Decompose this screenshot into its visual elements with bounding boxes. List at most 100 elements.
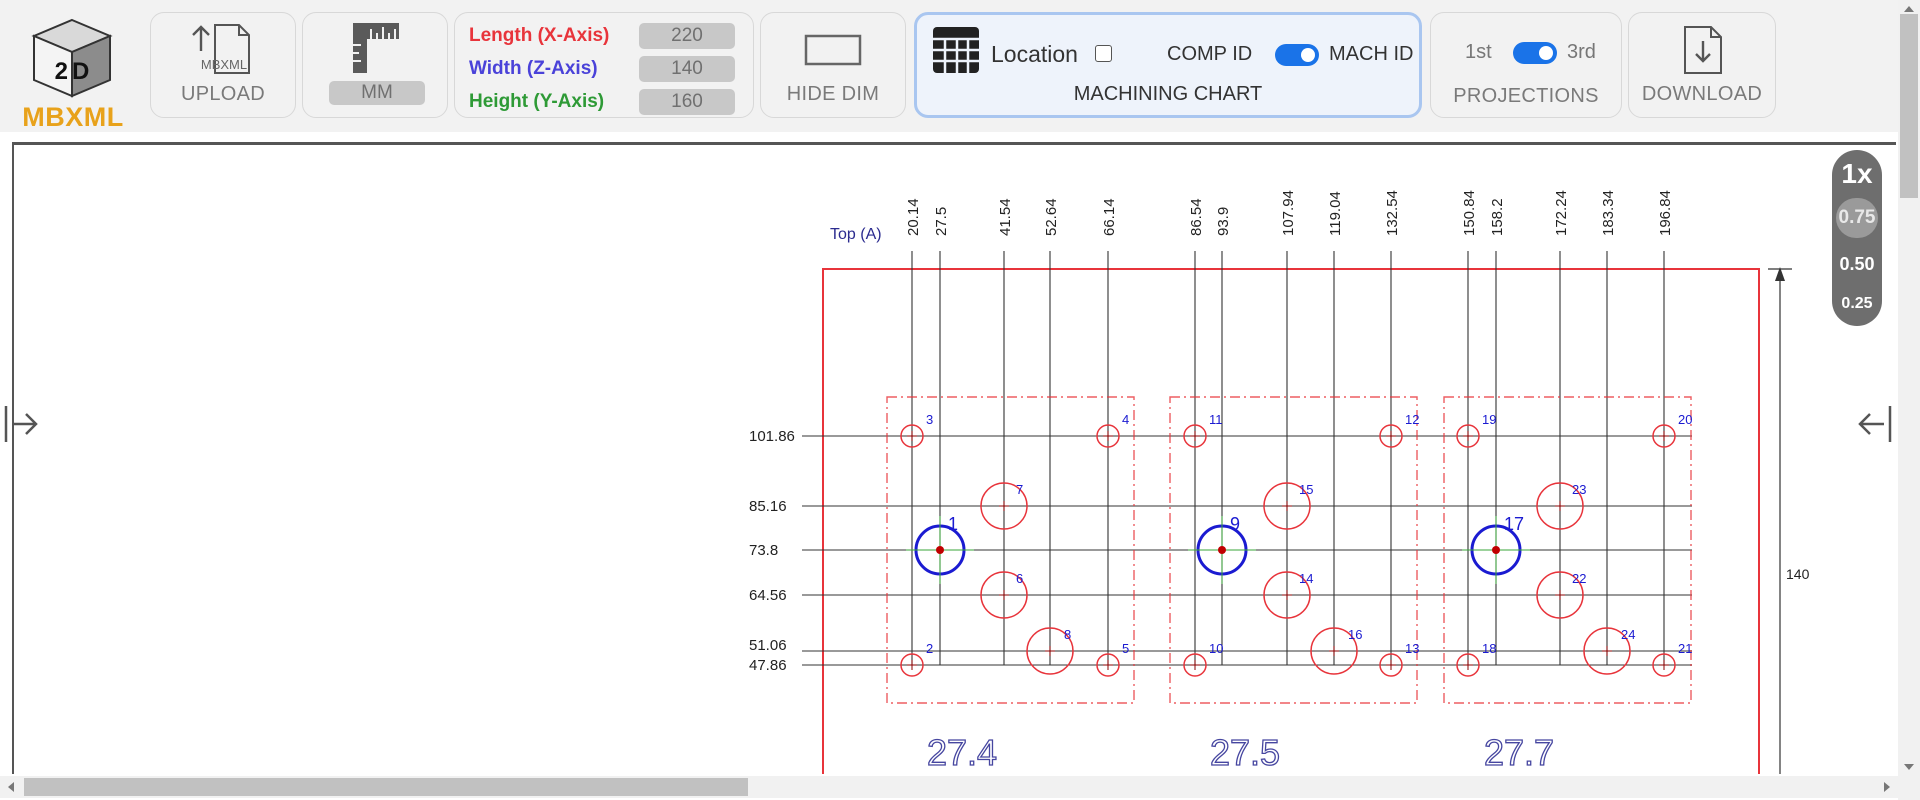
height-row: Height (Y-Axis)	[469, 89, 604, 115]
units-value: MM	[329, 81, 425, 105]
overall-dimension-label: 140	[1786, 566, 1810, 582]
x-dimension-label: 119.04	[1327, 191, 1344, 236]
comp-mach-id-toggle[interactable]	[1275, 44, 1319, 66]
table-grid-icon	[933, 27, 979, 73]
x-dimension-label: 132.54	[1384, 190, 1401, 236]
hole-id-label: 4	[1122, 412, 1129, 427]
expand-left-panel-icon[interactable]	[4, 404, 38, 444]
projection-toggle[interactable]	[1513, 42, 1557, 64]
download-file-icon	[1684, 26, 1722, 74]
projections-panel[interactable]: 1st 3rd PROJECTIONS	[1430, 12, 1622, 118]
x-dimension-label: 158.2	[1489, 198, 1506, 236]
projection-first-label: 1st	[1465, 41, 1492, 63]
hole-id-label: 20	[1678, 412, 1692, 427]
hole-id-label: 24	[1621, 627, 1635, 642]
part-label: 27.7	[1484, 732, 1554, 773]
scroll-down-arrow-icon[interactable]	[1903, 762, 1915, 772]
cube-logo-icon	[31, 18, 113, 98]
toolbar: 2D MBXML MBXML UPLOAD MM Length (X-Axis)…	[0, 0, 1920, 132]
drawing-canvas[interactable]: Top (A) 20.14 27.5 41.54 52.64 66.14 86.54 93.9…	[12, 142, 1896, 774]
ruler-icon	[353, 23, 399, 73]
units-button[interactable]: MM	[302, 12, 448, 118]
hole-id-label: 23	[1572, 482, 1586, 497]
dimension-box-icon	[804, 34, 862, 66]
zoom-050-button[interactable]: 0.50	[1832, 244, 1882, 284]
hole-id-label: 17	[1504, 514, 1524, 534]
x-dimension-label: 172.24	[1553, 190, 1570, 236]
hole-id-label: 15	[1299, 482, 1313, 497]
download-button[interactable]: DOWNLOAD	[1628, 12, 1776, 118]
vertical-scroll-thumb[interactable]	[1900, 14, 1918, 198]
mach-id-label: MACH ID	[1329, 43, 1414, 65]
app-logo: 2D MBXML	[18, 14, 128, 132]
height-label: Height (Y-Axis)	[469, 91, 605, 112]
comp-id-label: COMP ID	[1167, 43, 1253, 65]
hole-id-label: 14	[1299, 571, 1313, 586]
logo-text: MBXML	[22, 102, 124, 132]
hole-id-label: 21	[1678, 641, 1692, 656]
hole-center-dot	[1492, 546, 1500, 554]
x-dimension-label: 93.9	[1215, 207, 1232, 236]
hole-id-label: 6	[1016, 571, 1023, 586]
x-dimension-label: 52.64	[1043, 198, 1060, 236]
machining-chart-panel[interactable]: Location COMP ID MACH ID MACHINING CHART	[914, 12, 1422, 118]
hole-id-label: 19	[1482, 412, 1496, 427]
hide-dim-label: HIDE DIM	[786, 83, 880, 105]
hole-id-label: 3	[926, 412, 933, 427]
part-label: 27.4	[927, 732, 997, 773]
hole-id-label: 10	[1209, 641, 1223, 656]
x-dimension-label: 20.14	[905, 198, 922, 236]
projection-third-label: 3rd	[1567, 41, 1596, 63]
projections-title: PROJECTIONS	[1453, 85, 1599, 107]
scroll-right-arrow-icon[interactable]	[1882, 781, 1892, 793]
upload-button[interactable]: MBXML UPLOAD	[150, 12, 296, 118]
part-outline	[822, 268, 1760, 774]
hole-id-label: 8	[1064, 627, 1071, 642]
width-label: Width (Z-Axis)	[469, 58, 598, 79]
zoom-075-button[interactable]: 0.75	[1832, 198, 1882, 238]
width-input[interactable]: 140	[639, 56, 735, 82]
x-dimension-label: 66.14	[1101, 198, 1118, 236]
upload-icon-text: MBXML	[200, 57, 248, 72]
y-dimension-label: 64.56	[749, 587, 787, 604]
length-label: Length (X-Axis)	[469, 25, 610, 46]
y-dimension-label: 47.86	[749, 657, 787, 674]
x-dimension-label: 27.5	[933, 207, 950, 236]
expand-right-panel-icon[interactable]	[1858, 404, 1892, 444]
location-label: Location	[991, 41, 1078, 67]
machining-chart-title: MACHINING CHART	[1073, 83, 1263, 105]
dimensions-panel: Length (X-Axis) 220 Width (Z-Axis) 140 H…	[454, 12, 754, 118]
hole-id-label: 18	[1482, 641, 1496, 656]
x-dimension-label: 150.84	[1461, 190, 1478, 236]
hole-center-dot	[936, 546, 944, 554]
scroll-up-arrow-icon[interactable]	[1903, 4, 1915, 14]
x-dimension-label: 183.34	[1600, 190, 1617, 236]
zoom-1x-button[interactable]: 1x	[1832, 154, 1882, 194]
width-row: Width (Z-Axis)	[469, 56, 598, 82]
y-dimension-label: 73.8	[749, 542, 778, 559]
upload-label: UPLOAD	[180, 83, 266, 105]
zoom-025-button[interactable]: 0.25	[1832, 286, 1882, 322]
hole-id-label: 11	[1209, 412, 1223, 427]
hole-id-label: 1	[948, 514, 958, 534]
machining-drawing: Top (A) 20.14 27.5 41.54 52.64 66.14 86.54 93.9…	[749, 190, 1810, 774]
view-label: Top (A)	[830, 226, 882, 243]
hole-id-label: 22	[1572, 571, 1586, 586]
length-row: Length (X-Axis)	[469, 23, 609, 49]
hide-dim-button[interactable]: HIDE DIM	[760, 12, 906, 118]
y-dimension-label: 85.16	[749, 498, 787, 515]
scroll-left-arrow-icon[interactable]	[6, 781, 16, 793]
y-dimension-label: 51.06	[749, 637, 787, 654]
length-input[interactable]: 220	[639, 23, 735, 49]
x-dimension-label: 41.54	[997, 198, 1014, 236]
hole-id-label: 5	[1122, 641, 1129, 656]
hole-id-label: 13	[1405, 641, 1419, 656]
height-input[interactable]: 160	[639, 89, 735, 115]
hole-id-label: 2	[926, 641, 933, 656]
part-label: 27.5	[1210, 732, 1280, 773]
horizontal-scroll-thumb[interactable]	[24, 778, 748, 796]
logo-badge: 2D	[54, 58, 94, 85]
x-dimension-label: 107.94	[1280, 190, 1297, 236]
location-checkbox[interactable]	[1095, 45, 1112, 62]
hole-id-label: 7	[1016, 482, 1023, 497]
